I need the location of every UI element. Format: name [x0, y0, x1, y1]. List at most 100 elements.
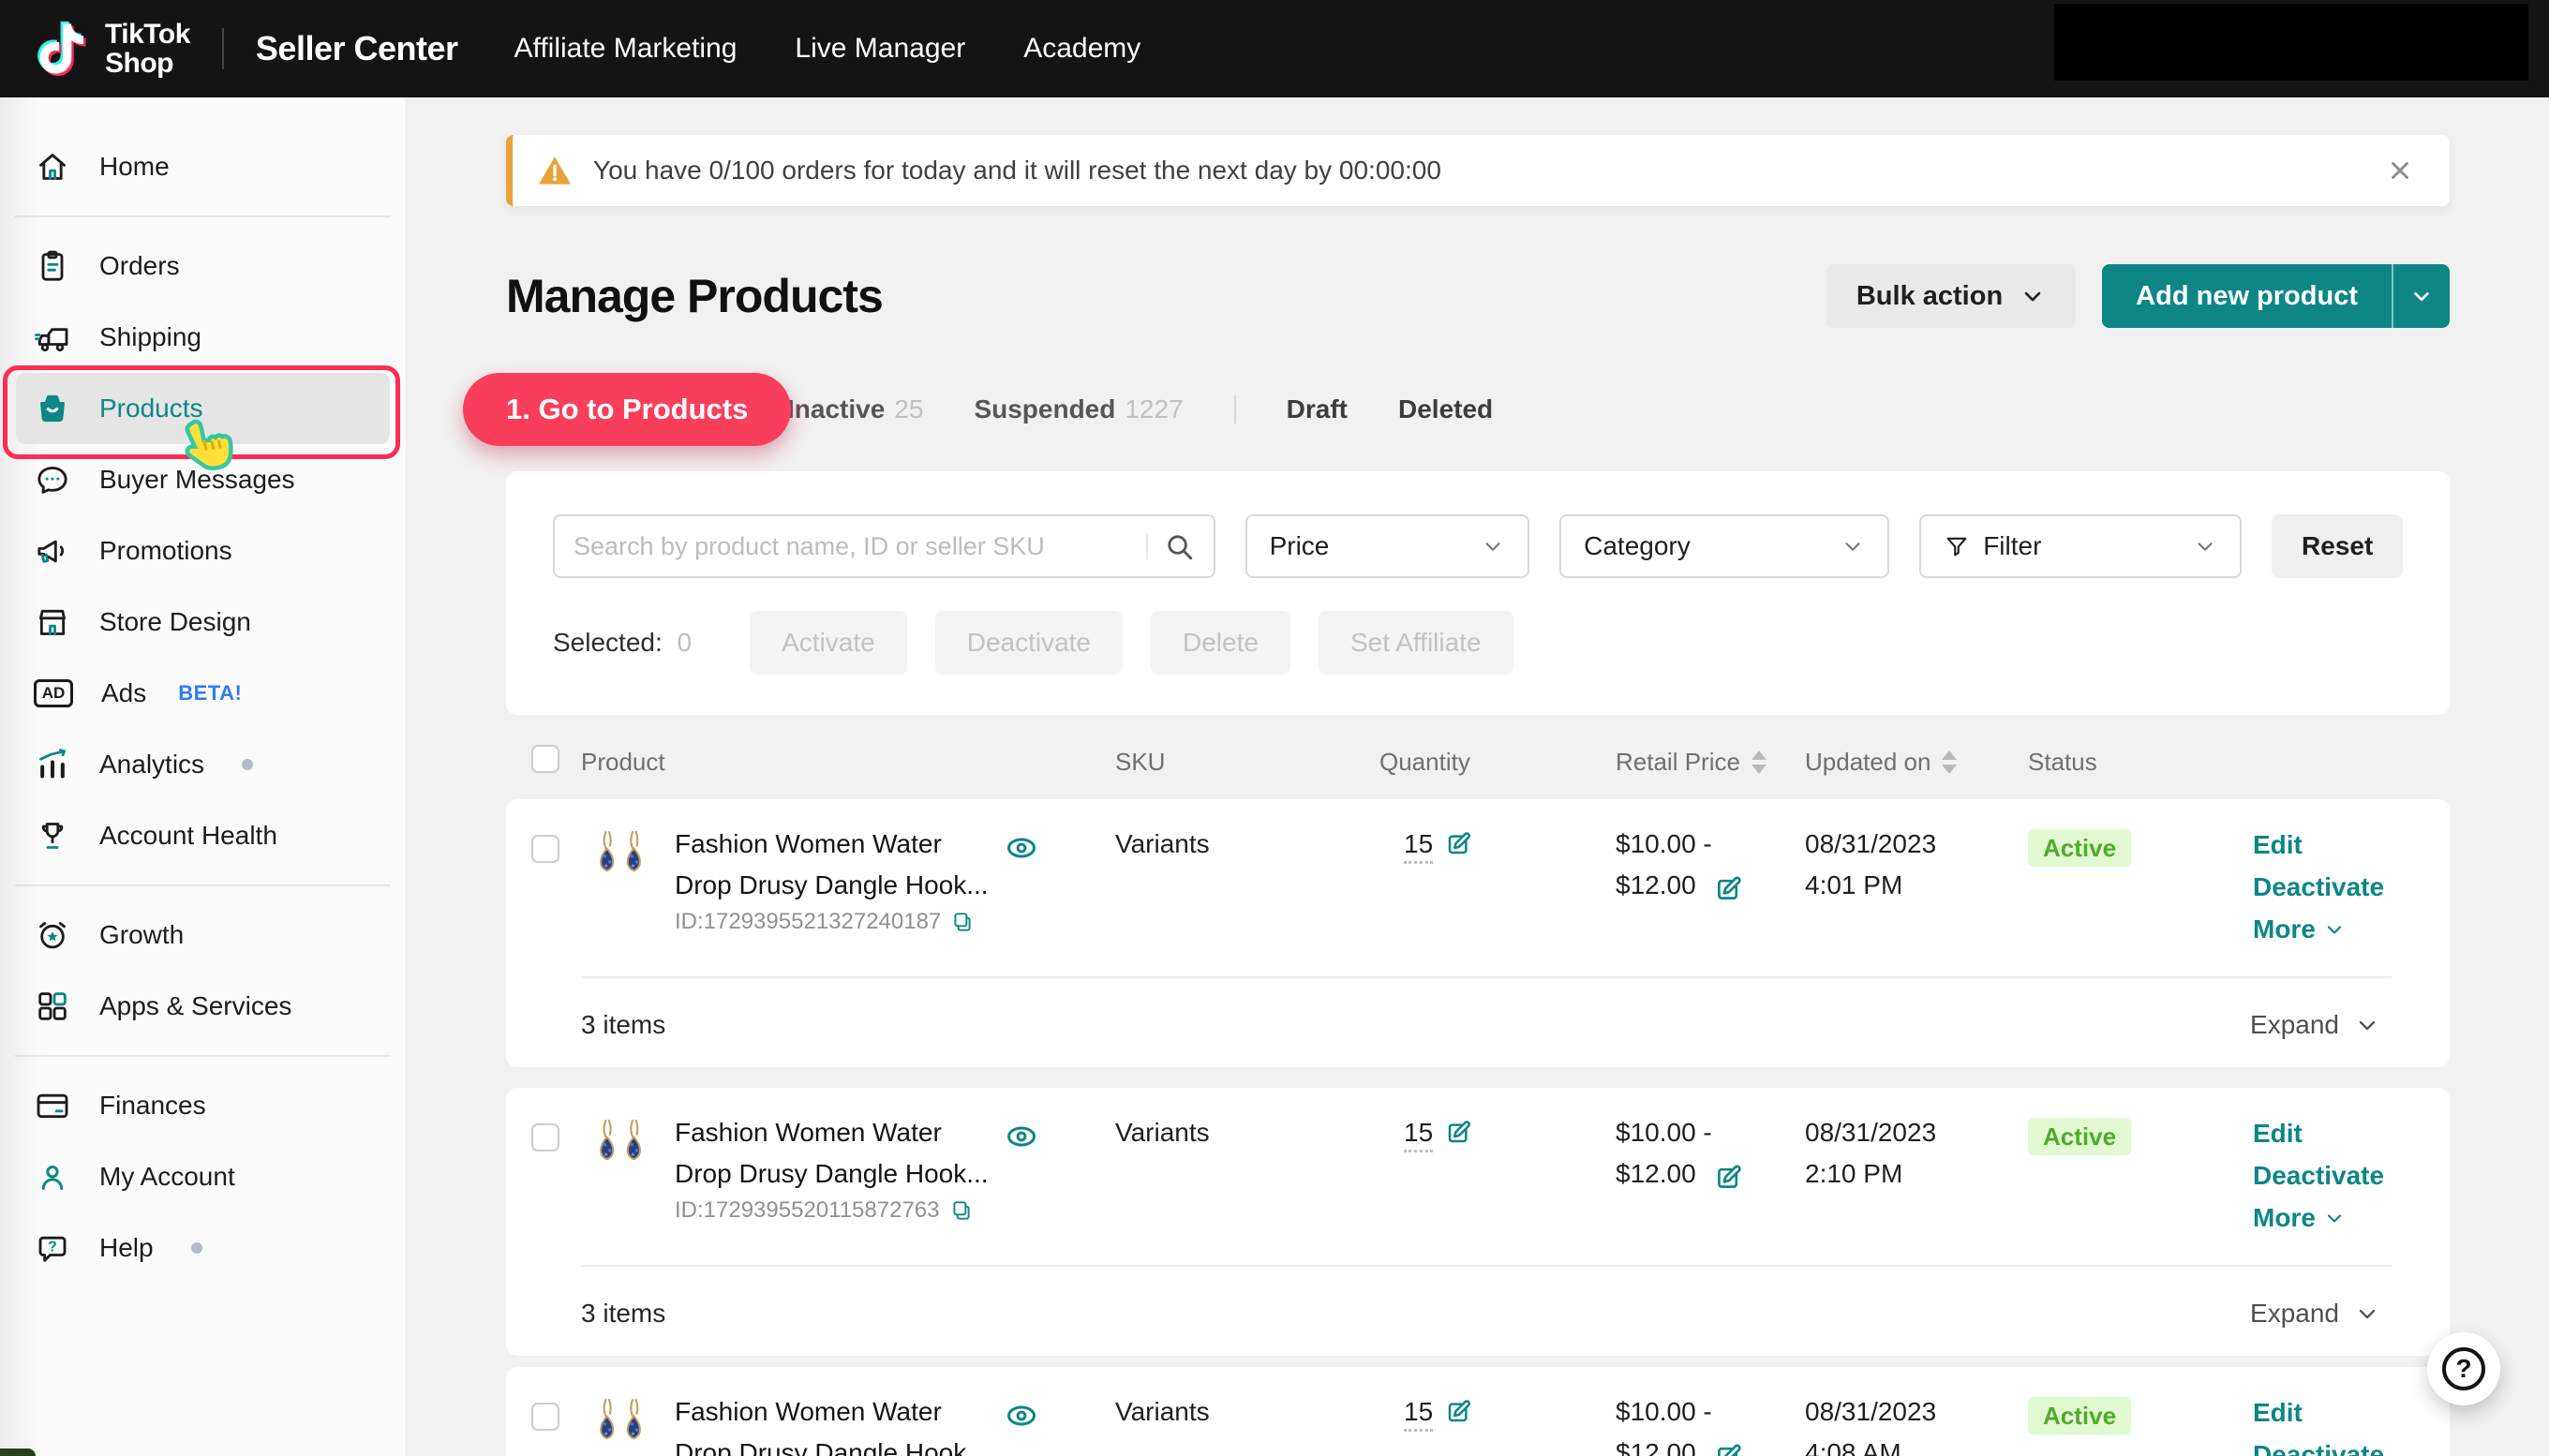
product-title[interactable]: Fashion Women Water Drop Drusy Dangle Ho…	[675, 1391, 990, 1456]
more-action[interactable]: More	[2253, 1196, 2450, 1239]
select-all-checkbox[interactable]	[531, 745, 559, 773]
deactivate-button[interactable]: Deactivate	[935, 611, 1123, 675]
sort-retail-price[interactable]	[1752, 750, 1766, 774]
more-action[interactable]: More	[2253, 908, 2450, 950]
sidebar-item-analytics[interactable]: Analytics	[0, 729, 406, 800]
price-cell: $10.00 - $12.00	[1593, 1112, 1799, 1239]
search-input[interactable]	[574, 532, 1139, 561]
promotions-megaphone-icon	[34, 532, 71, 570]
preview-eye-icon[interactable]	[1005, 831, 1038, 877]
edit-price-icon[interactable]	[1713, 872, 1745, 916]
products-bag-icon	[34, 390, 71, 427]
sort-updated-on[interactable]	[1942, 750, 1957, 774]
alert-close-icon[interactable]	[2386, 156, 2414, 185]
product-thumbnail[interactable]	[581, 824, 658, 900]
edit-action[interactable]: Edit	[2253, 824, 2450, 866]
nav-academy[interactable]: Academy	[1023, 33, 1140, 65]
deactivate-action[interactable]: Deactivate	[2253, 866, 2450, 908]
analytics-notification-dot	[242, 759, 253, 770]
bottom-corner-element	[0, 1449, 36, 1456]
nav-live-manager[interactable]: Live Manager	[795, 33, 965, 65]
step-annotation-badge: 1. Go to Products	[463, 373, 791, 446]
row-checkbox[interactable]	[531, 1403, 559, 1431]
apps-services-grid-icon	[34, 988, 71, 1025]
edit-quantity-icon[interactable]	[1444, 1123, 1474, 1152]
nav-affiliate-marketing[interactable]: Affiliate Marketing	[514, 33, 738, 65]
row-checkbox[interactable]	[531, 835, 559, 863]
sku-cell: Variants	[1106, 1391, 1368, 1456]
sidebar-item-finances[interactable]: Finances	[0, 1070, 406, 1141]
page-title: Manage Products	[506, 269, 1826, 323]
row-actions: Edit Deactivate More	[2212, 1112, 2450, 1239]
category-dropdown[interactable]: Category	[1559, 514, 1889, 578]
delete-button[interactable]: Delete	[1151, 611, 1290, 675]
product-title[interactable]: Fashion Women Water Drop Drusy Dangle Ho…	[675, 1112, 990, 1195]
deactivate-action[interactable]: Deactivate	[2253, 1154, 2450, 1196]
orders-icon	[34, 247, 71, 285]
product-thumbnail[interactable]	[581, 1391, 658, 1456]
copy-icon[interactable]	[950, 910, 975, 934]
expand-toggle[interactable]: Expand	[2250, 1010, 2380, 1040]
search-box	[553, 514, 1215, 578]
copy-icon[interactable]	[949, 1198, 974, 1223]
preview-eye-icon[interactable]	[1005, 1399, 1038, 1445]
sidebar-item-account-health[interactable]: Account Health	[0, 800, 406, 871]
tab-deleted[interactable]: Deleted	[1398, 394, 1493, 424]
add-product-dropdown-toggle[interactable]	[2392, 264, 2450, 328]
edit-quantity-icon[interactable]	[1444, 835, 1474, 864]
expand-toggle[interactable]: Expand	[2250, 1299, 2380, 1329]
brand-wordmark: TikTok Shop	[105, 20, 190, 78]
sidebar-item-ads[interactable]: AD Ads BETA!	[0, 658, 406, 729]
add-new-product-button[interactable]: Add new product	[2102, 264, 2450, 328]
sidebar-item-help[interactable]: ? Help	[0, 1212, 406, 1284]
help-floating-button[interactable]: ?	[2427, 1332, 2500, 1405]
deactivate-action[interactable]: Deactivate	[2253, 1434, 2450, 1456]
preview-eye-icon[interactable]	[1005, 1120, 1038, 1166]
bulk-action-button[interactable]: Bulk action	[1826, 264, 2076, 328]
edit-price-icon[interactable]	[1713, 1161, 1745, 1205]
filter-dropdown[interactable]: Filter	[1919, 514, 2242, 578]
tiktok-shop-logo[interactable]: TikTok Shop	[32, 15, 190, 82]
search-icon[interactable]	[1163, 530, 1195, 562]
sidebar-item-home[interactable]: Home	[0, 131, 406, 202]
tab-suspended[interactable]: Suspended1227	[974, 394, 1183, 424]
tab-draft[interactable]: Draft	[1287, 394, 1348, 424]
updated-cell: 08/31/2023 2:10 PM	[1799, 1112, 2015, 1239]
activate-button[interactable]: Activate	[750, 611, 907, 675]
sidebar-item-my-account[interactable]: My Account	[0, 1141, 406, 1212]
product-id: ID:1729395520115872763	[675, 1196, 990, 1225]
home-icon	[34, 148, 71, 186]
sidebar-item-orders[interactable]: Orders	[0, 230, 406, 302]
product-title[interactable]: Fashion Women Water Drop Drusy Dangle Ho…	[675, 824, 990, 906]
table-row: Fashion Women Water Drop Drusy Dangle Ho…	[506, 799, 2450, 950]
tab-inactive[interactable]: Inactive25	[787, 394, 923, 424]
sidebar-item-store-design[interactable]: Store Design	[0, 587, 406, 658]
chevron-down-icon	[2323, 1207, 2346, 1229]
edit-price-icon[interactable]	[1713, 1440, 1745, 1456]
product-card: Fashion Women Water Drop Drusy Dangle Ho…	[506, 799, 2450, 1067]
quantity-cell: 15	[1368, 1112, 1593, 1239]
table-row: Fashion Women Water Drop Drusy Dangle Ho…	[506, 1088, 2450, 1239]
sidebar-item-promotions[interactable]: Promotions	[0, 515, 406, 587]
edit-action[interactable]: Edit	[2253, 1391, 2450, 1434]
product-thumbnail[interactable]	[581, 1112, 658, 1189]
set-affiliate-button[interactable]: Set Affiliate	[1319, 611, 1513, 675]
finances-card-icon	[34, 1087, 71, 1124]
product-cell: Fashion Women Water Drop Drusy Dangle Ho…	[572, 1391, 1106, 1456]
column-product: Product	[572, 748, 1106, 777]
chevron-down-icon	[1841, 534, 1865, 558]
sidebar-item-apps-services[interactable]: Apps & Services	[0, 971, 406, 1042]
edit-action[interactable]: Edit	[2253, 1112, 2450, 1154]
sidebar-item-growth[interactable]: Growth	[0, 899, 406, 971]
status-badge: Active	[2028, 1118, 2131, 1155]
reset-button[interactable]: Reset	[2272, 514, 2403, 578]
selected-count: 0	[678, 628, 693, 657]
nav-divider	[222, 28, 224, 69]
chevron-down-icon	[1481, 534, 1505, 558]
row-checkbox[interactable]	[531, 1123, 559, 1151]
edit-quantity-icon[interactable]	[1444, 1403, 1474, 1432]
status-badge: Active	[2028, 1397, 2131, 1434]
help-icon: ?	[34, 1229, 71, 1267]
sidebar-item-shipping[interactable]: Shipping	[0, 302, 406, 373]
price-dropdown[interactable]: Price	[1245, 514, 1530, 578]
